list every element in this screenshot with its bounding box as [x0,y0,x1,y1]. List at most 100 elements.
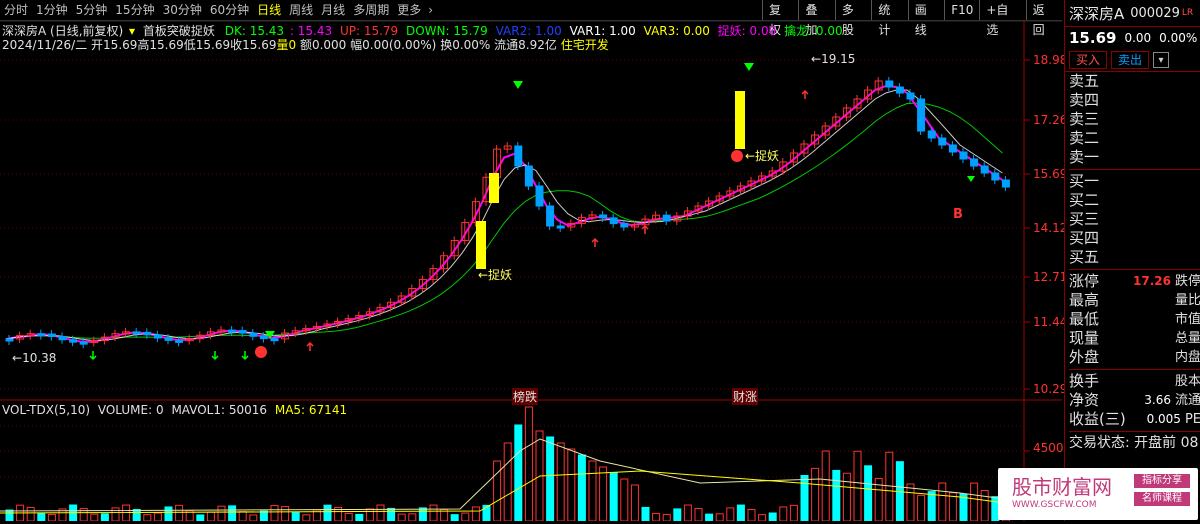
watermark-badge-1: 指标分享 [1134,474,1190,488]
volume-bar [249,514,258,522]
volume-bar [800,474,809,522]
tab-multi-period[interactable]: 多周期 [349,0,393,20]
bar-high: 高15.69 [137,38,184,52]
volume-bar [164,506,173,522]
tab-weekly[interactable]: 周线 [285,0,317,20]
stat-high: 最高 量比 [1069,291,1200,309]
volume-bar [768,512,777,522]
bid-level-3: 买三 [1069,210,1100,228]
candle-body [959,151,968,160]
buy-button[interactable]: 买入 [1069,51,1108,69]
signal-dot [255,346,267,358]
kline-chart[interactable] [0,20,1062,522]
volume-bar [153,512,162,522]
more-dropdown-icon[interactable]: ▾ [1153,52,1170,68]
tab-more[interactable]: 更多 [393,0,425,20]
volume-indicator-name[interactable]: VOL-TDX(5,10) [2,403,90,417]
candle-body [37,333,46,337]
high-price-label: ←19.15 [811,52,856,66]
down-arrow-marker [241,351,249,361]
candle-body [885,80,894,88]
adjust-button[interactable]: 复权 [762,0,798,37]
candle-body [228,329,237,333]
tab-1min[interactable]: 1分钟 [32,0,72,20]
tab-fenshi[interactable]: 分时 [0,0,32,20]
down-arrow-marker [89,351,97,361]
f10-button[interactable]: F10 [944,0,979,20]
volume-bar [588,460,597,522]
stat-eps: 收益(三) 0.005 PE [1069,410,1200,428]
event-tag-1[interactable]: 榜跌 [512,388,539,405]
candle-body [980,165,989,174]
tab-monthly[interactable]: 月线 [317,0,349,20]
draw-line-button[interactable]: 画线 [907,0,944,37]
volume-bar [832,469,841,522]
bar-sector[interactable]: 住宅开发 [561,38,609,52]
volume-bar [259,510,268,522]
candle-body [238,330,247,334]
price-tick-3: 15.69 [1033,167,1068,181]
candle-body [5,338,14,342]
volume-bar [238,511,247,522]
volume-bar [408,513,417,522]
quote-panel: 深深房A 000029 LR 15.69 0.00 0.00% 买入 卖出 ▾ … [1064,0,1200,521]
ma-line-magenta [5,84,1003,343]
tab-30min[interactable]: 30分钟 [159,0,206,20]
volume-bar [143,514,152,522]
volume-bar [228,505,237,522]
stock-code: 000029 [1130,5,1180,21]
kline-chart-area[interactable]: 深深房A (日线,前复权) ▾ 首板突破捉妖 DK: 15.43 : 15.43… [0,20,1071,522]
chevron-right-icon[interactable]: › [425,3,436,17]
candle-body [948,144,957,153]
volume-bar [37,512,46,522]
overlay-button[interactable]: 叠加 [798,0,834,37]
volume-bar [397,513,406,522]
statistics-button[interactable]: 统计 [871,0,907,37]
volume-bar [122,504,131,522]
volume-bar [599,466,608,522]
tab-daily[interactable]: 日线 [253,0,285,20]
volume-bar [418,507,427,522]
add-watchlist-button[interactable]: +自选 [979,0,1025,37]
bar-volume: 量0 [276,38,297,52]
candle-body [662,214,671,222]
volume-bar [132,508,141,522]
back-button[interactable]: 返回 [1025,0,1062,37]
volume-bar [514,424,523,522]
bar-turnover: 换0.00% [440,38,491,52]
volume-bar [652,512,661,522]
volume-bar [694,507,703,522]
stat-outer: 外盘 内盘 [1069,348,1200,366]
volume-bar [524,406,533,522]
tab-15min[interactable]: 15分钟 [111,0,158,20]
volume-bar [206,511,215,522]
candle-body [895,86,904,94]
volume-bar [175,504,184,522]
ask-level-4: 卖四 [1069,91,1100,109]
watermark-badge-2: 名师课程 [1134,492,1190,506]
sell-button[interactable]: 卖出 [1111,51,1150,69]
candle-body [546,205,555,227]
candle-body [917,98,926,132]
price-tick-4: 14.12 [1033,221,1068,235]
tab-60min[interactable]: 60分钟 [206,0,253,20]
tab-5min[interactable]: 5分钟 [72,0,112,20]
candle-body [69,339,78,343]
candle-body [991,172,1000,181]
volume-bar [789,504,798,522]
zhuoyao-label-2: ←捉妖 [745,149,780,163]
bar-date: 2024/11/26/二 [2,38,88,52]
volume-bar [429,504,438,522]
volume-bar [705,513,714,522]
multi-stock-button[interactable]: 多股 [834,0,871,37]
stat-limit-up: 涨停 17.26 跌停 [1069,272,1200,290]
stock-name: 深深房A [1069,4,1125,23]
volume-bar [26,506,35,522]
volume-bar [673,508,682,522]
volume-bar [726,507,735,522]
event-tag-2[interactable]: 财涨 [732,388,759,405]
volume-bar [620,478,629,522]
volume-bar [376,504,385,522]
volume-bar [758,514,767,522]
up-arrow-marker [591,237,599,247]
